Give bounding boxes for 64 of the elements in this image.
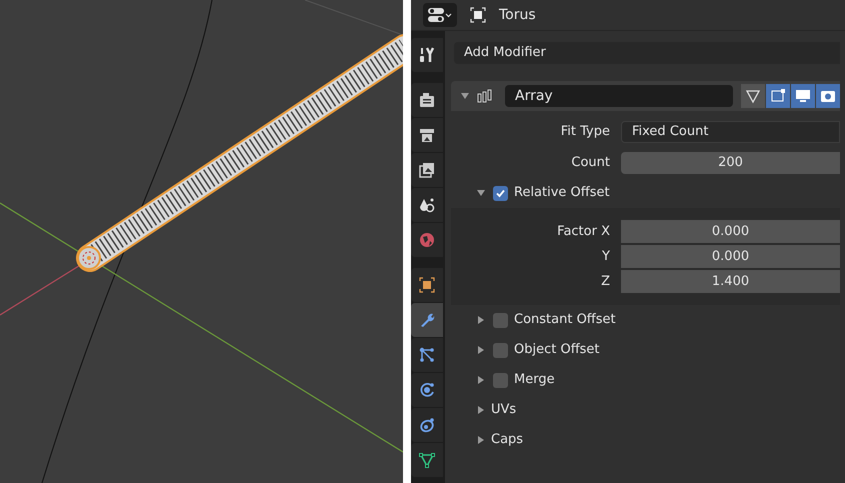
properties-tab[interactable] [411,153,443,187]
properties-tab[interactable] [411,83,443,117]
expand-toggle[interactable] [477,189,485,197]
editor-type-button[interactable] [423,3,457,27]
subpanel-title[interactable]: Object Offset [514,340,600,360]
checkbox[interactable] [493,372,508,388]
image-stack-icon [418,161,436,179]
field-label: Count [570,154,611,172]
particles-icon [418,346,436,364]
object-name: Torus [499,6,536,24]
mesh-icon [418,451,436,469]
subpanel-title[interactable]: Merge [514,370,555,390]
constraint-icon [418,416,436,434]
subpanel-title[interactable]: UVs [491,400,516,420]
properties-tab[interactable] [411,443,443,477]
count-field[interactable]: 200 [621,152,840,174]
properties-tab[interactable] [411,188,443,222]
physics-icon [418,381,436,399]
properties-tab[interactable] [411,268,443,302]
properties-tab[interactable] [411,338,443,372]
globe-icon [418,231,436,249]
subpanel-title[interactable]: Caps [491,430,524,450]
visibility-toggle[interactable] [766,84,790,108]
checkmark-icon [495,188,506,198]
object-icon [418,276,436,294]
collapse-toggle[interactable] [461,92,469,100]
field-label: Z [600,272,611,291]
checkbox[interactable] [493,186,508,200]
scene-icon [418,196,436,214]
cage-icon [770,88,786,104]
printer-icon [418,126,436,144]
properties-tab[interactable] [411,118,443,152]
expand-toggle[interactable] [477,436,485,444]
number-field[interactable]: 0.000 [621,220,840,243]
object-icon [469,6,487,24]
visibility-toggle[interactable] [816,84,840,108]
add-modifier-button[interactable]: Add Modifier [454,42,840,64]
visibility-toggle[interactable] [741,84,765,108]
field-label: Factor X [556,222,611,241]
modifier-name-field[interactable]: Array [505,85,733,107]
camera-icon [820,88,836,104]
monitor-icon [795,88,811,104]
number-field[interactable]: 1.400 [621,270,840,293]
properties-tab[interactable] [411,408,443,442]
checkbox[interactable] [493,312,508,328]
mesh-icon [745,88,761,104]
tool-icon [418,46,436,64]
camera-icon [418,91,436,109]
subpanel-title[interactable]: Constant Offset [514,310,616,330]
editor-type-icon [427,7,453,23]
fit-type-dropdown[interactable]: Fixed Count [621,121,840,143]
subpanel-title[interactable]: Relative Offset [514,183,610,203]
expand-toggle[interactable] [477,316,485,324]
field-label: Y [601,248,611,266]
field-label: Fit Type [560,123,611,142]
visibility-toggle[interactable] [791,84,815,108]
expand-toggle[interactable] [477,376,485,384]
expand-toggle[interactable] [477,346,485,354]
properties-tab[interactable] [411,373,443,407]
checkbox[interactable] [493,342,508,358]
expand-toggle[interactable] [477,406,485,414]
properties-tab[interactable] [411,38,443,72]
array-icon [477,89,493,103]
number-field[interactable]: 0.000 [621,245,840,268]
